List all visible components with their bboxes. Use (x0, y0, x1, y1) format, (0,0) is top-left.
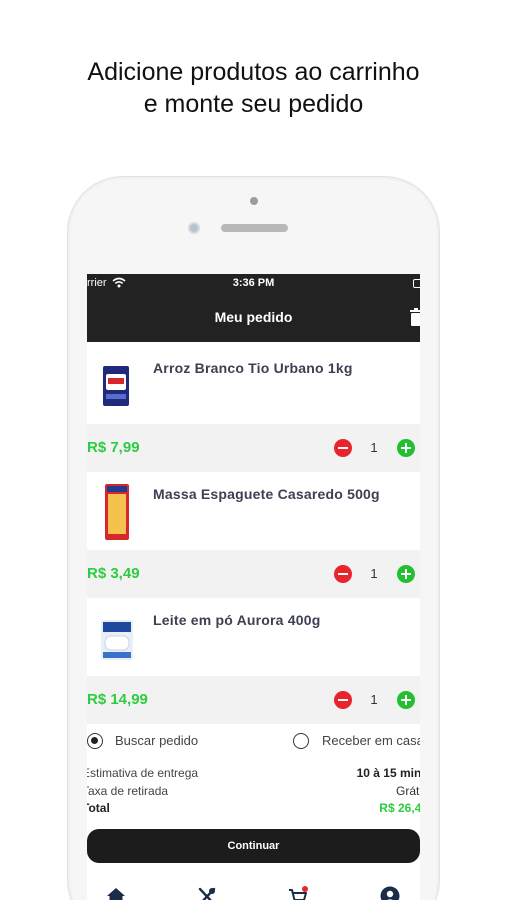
continue-button[interactable]: Continuar (87, 829, 420, 863)
status-bar: rrier 3:36 PM (87, 274, 420, 294)
headline-line-2: e monte seu pedido (143, 90, 364, 118)
estimate-value: 10 à 15 mins (356, 766, 420, 780)
nav-bar: Meu pedido (87, 294, 420, 342)
increase-quantity-button[interactable] (397, 691, 415, 709)
item-name: Massa Espaguete Casaredo 500g (153, 486, 380, 502)
tab-bar (87, 878, 420, 900)
increase-quantity-button[interactable] (397, 565, 415, 583)
quantity-value: 1 (370, 440, 378, 455)
cart-item-card: Massa Espaguete Casaredo 500g (87, 472, 420, 550)
quantity-value: 1 (370, 566, 378, 581)
cart-icon[interactable] (288, 886, 308, 900)
headline-line-1: Adicione produtos ao carrinho (87, 58, 420, 86)
headline: Adicione produtos ao carrinho e monte se… (0, 56, 507, 120)
battery-icon (413, 279, 420, 288)
pickup-radio[interactable] (87, 733, 103, 749)
phone-camera (188, 222, 200, 234)
item-controls: R$ 14,99 1 (87, 676, 420, 724)
item-name: Arroz Branco Tio Urbano 1kg (153, 360, 353, 376)
fee-row: Taxa de retirada Grátis (87, 784, 420, 802)
delivery-label: Receber em casa (322, 733, 420, 748)
utensils-icon[interactable] (197, 886, 217, 900)
quantity-value: 1 (370, 692, 378, 707)
cart-item-card: Leite em pó Aurora 400g (87, 598, 420, 676)
fee-value: Grátis (395, 784, 420, 798)
decrease-quantity-button[interactable] (334, 439, 352, 457)
milk-powder-package-image (101, 620, 133, 660)
decrease-quantity-button[interactable] (334, 565, 352, 583)
home-icon[interactable] (106, 886, 126, 900)
item-price: R$ 3,49 (87, 565, 140, 582)
fee-label: Taxa de retirada (87, 784, 169, 798)
total-row: Total R$ 26,47 (87, 801, 420, 819)
decrease-quantity-button[interactable] (334, 691, 352, 709)
total-value: R$ 26,47 (379, 801, 420, 815)
item-price: R$ 14,99 (87, 691, 148, 708)
phone-sensor (250, 197, 258, 205)
item-name: Leite em pó Aurora 400g (153, 612, 321, 628)
cart-item: Arroz Branco Tio Urbano 1kg R$ 7,99 1 (87, 346, 420, 472)
pasta-package-image (105, 484, 129, 540)
delivery-radio[interactable] (293, 733, 309, 749)
increase-quantity-button[interactable] (397, 439, 415, 457)
trash-icon[interactable] (410, 308, 420, 326)
rice-package-image (103, 366, 129, 406)
item-price: R$ 7,99 (87, 439, 140, 456)
estimate-row: Estimativa de entrega 10 à 15 mins (87, 766, 420, 784)
phone-speaker (221, 224, 288, 232)
pickup-label: Buscar pedido (115, 733, 199, 748)
cart-item: Leite em pó Aurora 400g R$ 14,99 1 (87, 598, 420, 724)
cart-item-card: Arroz Branco Tio Urbano 1kg (87, 346, 420, 424)
user-icon[interactable] (380, 886, 400, 900)
app-screen: rrier 3:36 PM Meu pedido Arroz Branco Ti… (87, 274, 420, 900)
page-title: Meu pedido (214, 309, 293, 325)
item-controls: R$ 3,49 1 (87, 550, 420, 598)
delivery-options: Buscar pedido Receber em casa (87, 726, 420, 756)
total-label: Total (87, 801, 110, 815)
estimate-label: Estimativa de entrega (87, 766, 199, 780)
cart-item: Massa Espaguete Casaredo 500g R$ 3,49 1 (87, 472, 420, 598)
status-time: 3:36 PM (232, 277, 275, 289)
item-controls: R$ 7,99 1 (87, 424, 420, 472)
